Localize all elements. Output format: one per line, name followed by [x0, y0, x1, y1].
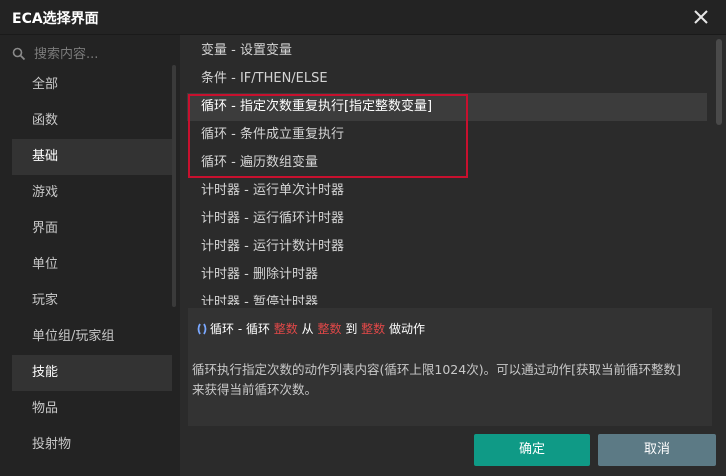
category-basic[interactable]: 基础 — [12, 139, 172, 175]
signature-prefix: 循环 - 循环 — [210, 322, 270, 336]
category-ui[interactable]: 界面 — [12, 211, 172, 247]
list-item[interactable]: 循环 - 遍历数组变量 — [187, 149, 707, 177]
list-item[interactable]: 计时器 - 运行计数计时器 — [187, 233, 707, 261]
title-bar: ECA选择界面 — [0, 0, 726, 35]
signature-suffix: 做动作 — [389, 322, 426, 336]
search-input[interactable] — [32, 44, 172, 64]
signature-to: 到 — [345, 322, 358, 336]
param-integer-1[interactable]: 整数 — [274, 322, 298, 336]
detail-panel: 循环 - 循环 整数 从 整数 到 整数 做动作 循环执行指定次数的动作列表内容… — [188, 308, 712, 426]
category-unit-group[interactable]: 单位组/玩家组 — [12, 319, 172, 355]
list-item[interactable]: 计时器 - 删除计时器 — [187, 261, 707, 289]
list-scrollbar[interactable] — [716, 39, 722, 125]
close-icon[interactable] — [690, 6, 712, 28]
category-unit[interactable]: 单位 — [12, 247, 172, 283]
search-box[interactable] — [6, 41, 174, 67]
function-icon — [196, 323, 208, 335]
window-title: ECA选择界面 — [12, 11, 99, 27]
category-all[interactable]: 全部 — [12, 67, 172, 103]
action-signature: 循环 - 循环 整数 从 整数 到 整数 做动作 — [196, 320, 425, 337]
category-item[interactable]: 物品 — [12, 391, 172, 427]
category-projectile[interactable]: 投射物 — [12, 427, 172, 463]
action-list: 变量 - 设置变量 条件 - IF/THEN/ELSE 循环 - 指定次数重复执… — [187, 37, 707, 305]
param-integer-3[interactable]: 整数 — [361, 322, 385, 336]
list-item[interactable]: 计时器 - 暂停计时器 — [187, 289, 707, 305]
confirm-button[interactable]: 确定 — [474, 434, 590, 466]
list-item[interactable]: 循环 - 条件成立重复执行 — [187, 121, 707, 149]
category-list: 全部 函数 基础 游戏 界面 单位 玩家 单位组/玩家组 技能 物品 投射物 — [12, 67, 172, 463]
category-player[interactable]: 玩家 — [12, 283, 172, 319]
cancel-button[interactable]: 取消 — [598, 434, 716, 466]
action-description: 循环执行指定次数的动作列表内容(循环上限1024次)。可以通过动作[获取当前循环… — [192, 362, 681, 397]
list-item[interactable]: 计时器 - 运行循环计时器 — [187, 205, 707, 233]
category-game[interactable]: 游戏 — [12, 175, 172, 211]
sidebar-scrollbar[interactable] — [172, 65, 176, 307]
list-item[interactable]: 变量 - 设置变量 — [187, 37, 707, 65]
list-item[interactable]: 计时器 - 运行单次计时器 — [187, 177, 707, 205]
category-skill[interactable]: 技能 — [12, 355, 172, 391]
list-item[interactable]: 循环 - 指定次数重复执行[指定整数变量] — [187, 93, 707, 121]
list-item[interactable]: 条件 - IF/THEN/ELSE — [187, 65, 707, 93]
signature-from: 从 — [301, 322, 314, 336]
category-sidebar: 全部 函数 基础 游戏 界面 单位 玩家 单位组/玩家组 技能 物品 投射物 — [0, 35, 180, 476]
category-function[interactable]: 函数 — [12, 103, 172, 139]
search-icon — [12, 46, 26, 61]
param-integer-2[interactable]: 整数 — [317, 322, 341, 336]
